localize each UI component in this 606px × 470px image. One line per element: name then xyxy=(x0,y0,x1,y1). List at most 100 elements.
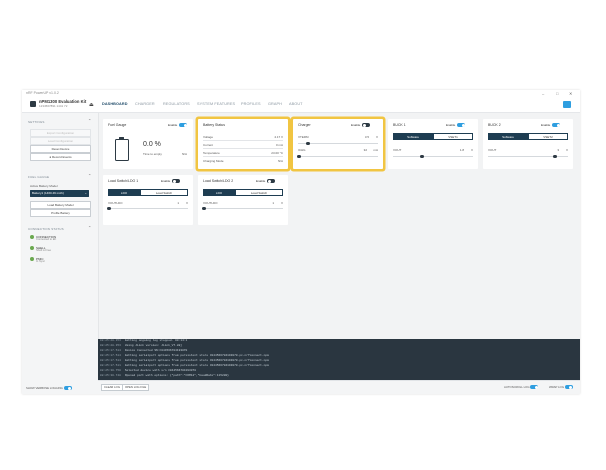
enable-label: Enable xyxy=(256,179,266,183)
ldo2-ldo-segment[interactable]: LDO xyxy=(203,189,235,196)
tab-charger[interactable]: CHARGER xyxy=(135,102,155,106)
ldo1-load-switch-segment[interactable]: Load Switch xyxy=(140,189,188,196)
fuel-gauge-title: Fuel Gauge xyxy=(108,123,127,127)
ldo2-load-switch-segment[interactable]: Load Switch xyxy=(235,189,283,196)
ldo1-title: Load Switch/LDO 1 xyxy=(108,179,139,183)
current-label: Current xyxy=(203,143,214,147)
reset-device-button[interactable]: Reset Device xyxy=(30,145,91,153)
chevron-up-icon[interactable]: ⌃ xyxy=(88,118,91,123)
fuel-gauge-heading: FUEL GAUGE xyxy=(28,175,50,179)
log-footer: CLEAR LOG OPEN LOG FILE AUTOSCROLL LOG W… xyxy=(98,380,580,394)
record-events-button[interactable]: ● Record Events xyxy=(30,153,91,161)
ldo1-vout-value[interactable]: 1 xyxy=(177,201,179,205)
profile-battery-button[interactable]: Profile Battery xyxy=(30,209,91,217)
ichg-slider-handle[interactable] xyxy=(297,154,301,158)
buck1-vout-slider[interactable] xyxy=(393,156,473,157)
open-log-file-button[interactable]: OPEN LOG FILE xyxy=(122,384,150,391)
log-line: 08:25:30.750 Selected device with s/n C04… xyxy=(100,369,196,372)
voltage-label: Voltage xyxy=(203,135,214,139)
ldo1-ldo-segment[interactable]: LDO xyxy=(108,189,140,196)
title-bar: nRF PowerUP v1.0.2 – □ ✕ xyxy=(22,90,580,97)
chevron-up-icon[interactable]: ⌃ xyxy=(88,225,91,230)
ldo2-enable: Enable xyxy=(256,179,276,184)
tab-about[interactable]: ABOUT xyxy=(289,102,303,106)
window-title: nRF PowerUP v1.0.2 xyxy=(26,91,59,95)
clear-log-button[interactable]: CLEAR LOG xyxy=(101,384,124,391)
close-button[interactable]: ✕ xyxy=(569,90,572,97)
ichg-value[interactable]: 32 xyxy=(364,148,367,152)
log-panel[interactable]: 08:25:28.353 Getting ongoing log stopped.… xyxy=(98,339,580,380)
log-line: 08:25:17.514 Getting serialport options f… xyxy=(100,359,269,362)
wrap-log-toggle-row: WRAP LOG xyxy=(549,385,573,390)
buck2-vset-segment[interactable]: VSET2 xyxy=(528,133,568,140)
charger-enable-toggle[interactable] xyxy=(362,123,371,128)
record-events-label: Record Events xyxy=(51,155,72,159)
temperature-label: Temperature xyxy=(203,151,220,155)
buck1-enable-toggle[interactable] xyxy=(457,123,466,128)
time-to-empty-label: Time to empty xyxy=(143,152,162,156)
vterm-value[interactable]: 3.5 xyxy=(365,135,369,139)
tab-graph[interactable]: GRAPH xyxy=(268,102,282,106)
tab-regulators[interactable]: REGULATORS xyxy=(163,102,190,106)
eject-icon[interactable]: ⏏ xyxy=(89,102,94,108)
charging-mode-label: Charging Mode xyxy=(203,159,224,163)
voltage-value: 4.17 V xyxy=(274,135,283,139)
ldo1-enable-toggle[interactable] xyxy=(172,179,181,184)
autoscroll-label: AUTOSCROLL LOG xyxy=(504,385,530,389)
buck1-vout-label: VOUT xyxy=(393,148,402,152)
current-value: 0 mA xyxy=(275,143,283,147)
divider xyxy=(203,156,283,157)
status-ok-icon xyxy=(30,257,34,261)
export-configuration-button[interactable]: Export Configuration xyxy=(30,129,91,137)
buck2-title: BUCK 2 xyxy=(488,123,501,127)
chevron-up-icon[interactable]: ⌃ xyxy=(88,173,91,178)
vterm-slider-handle[interactable] xyxy=(306,141,310,145)
connection-sub: Connected to EK xyxy=(36,238,57,241)
minimize-button[interactable]: – xyxy=(542,90,544,97)
log-line: 08:25:28.353 Getting ongoing log stopped.… xyxy=(100,339,188,342)
buck1-software-segment[interactable]: Software xyxy=(393,133,433,140)
battery-status-card: Battery Status Voltage 4.17 V Current 0 … xyxy=(198,119,288,169)
temperature-value: 23.00 °C xyxy=(271,151,283,155)
verbose-logging-toggle[interactable] xyxy=(63,386,72,391)
device-serial: 1234567891 1441 72 xyxy=(39,104,68,108)
ichg-slider[interactable] xyxy=(298,156,378,157)
divider xyxy=(203,148,283,149)
wrap-log-toggle[interactable] xyxy=(564,385,573,390)
autoscroll-toggle-row: AUTOSCROLL LOG xyxy=(504,385,539,390)
vterm-slider[interactable] xyxy=(298,143,378,144)
buck2-vout-value[interactable]: 3 xyxy=(557,148,559,152)
buck2-vout-slider-handle[interactable] xyxy=(553,154,557,158)
ldo2-vout-value[interactable]: 1 xyxy=(272,201,274,205)
ichg-label: ICHG xyxy=(298,148,306,152)
ldo2-vout-slider-handle[interactable] xyxy=(202,206,206,210)
buck1-vout-value[interactable]: 1.8 xyxy=(460,148,464,152)
load-configuration-button[interactable]: Load Configuration xyxy=(30,137,91,145)
buck1-vset-segment[interactable]: VSET1 xyxy=(433,133,473,140)
buck1-card: BUCK 1 Enable Software VSET1 VOUT 1.8 V xyxy=(388,119,478,169)
buck2-software-segment[interactable]: Software xyxy=(488,133,528,140)
tab-dashboard[interactable]: DASHBOARD xyxy=(102,102,128,106)
vterm-unit: V xyxy=(375,135,378,139)
record-icon: ● xyxy=(49,155,52,159)
fuel-gauge-enable-toggle[interactable] xyxy=(179,123,188,128)
status-ok-icon xyxy=(30,246,34,250)
autoscroll-toggle[interactable] xyxy=(530,385,539,390)
buck2-enable-toggle[interactable] xyxy=(552,123,561,128)
ldo1-vout-slider[interactable] xyxy=(108,208,188,209)
ldo1-vout-slider-handle[interactable] xyxy=(107,206,111,210)
charging-mode-value: N/A xyxy=(277,159,283,163)
charger-card: Charger Enable VTERM 3.5 V ICHG 32 mA xyxy=(293,119,383,169)
buck1-vout-slider-handle[interactable] xyxy=(420,154,424,158)
ldo2-enable-toggle[interactable] xyxy=(267,179,276,184)
tab-profiles[interactable]: PROFILES xyxy=(241,102,261,106)
ldo1-vout-unit: V xyxy=(185,201,188,205)
battery-model-select[interactable]: Battery1 (1460.49 mAh) ⌄ xyxy=(30,190,89,197)
ldo2-vout-slider[interactable] xyxy=(203,208,283,209)
divider xyxy=(203,140,283,141)
buck2-vout-unit: V xyxy=(565,148,568,152)
load-battery-model-button[interactable]: Load Battery Model xyxy=(30,201,91,209)
tab-system-features[interactable]: SYSTEM FEATURES xyxy=(197,102,235,106)
maximize-button[interactable]: □ xyxy=(556,90,558,97)
enable-label: Enable xyxy=(541,123,551,127)
